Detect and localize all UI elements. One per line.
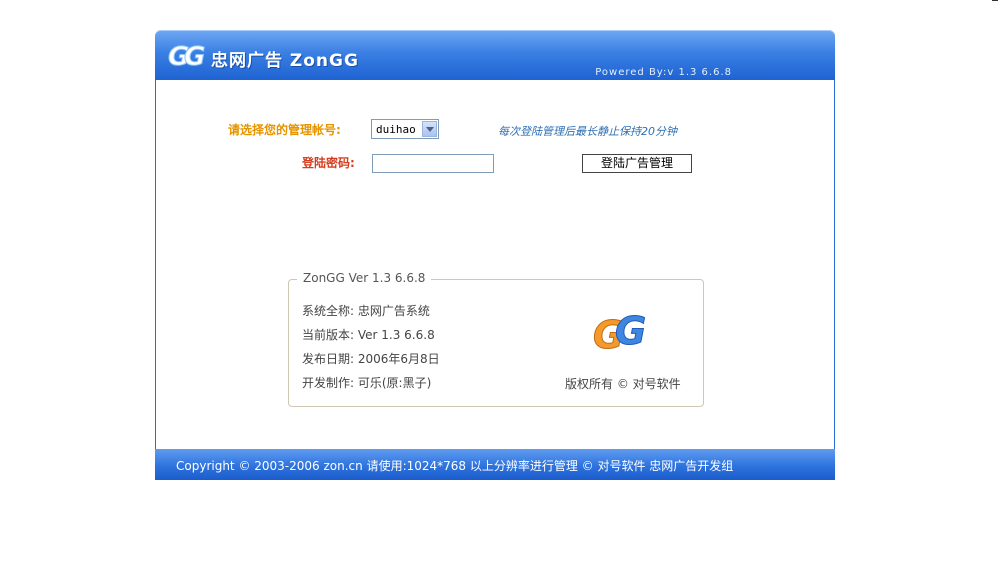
version-legend: ZonGG Ver 1.3 6.6.8	[297, 271, 432, 285]
password-label: 登陆密码:	[302, 156, 355, 170]
password-input[interactable]	[372, 154, 494, 173]
svg-text:G: G	[615, 309, 646, 353]
login-panel: G G 忠网广告 ZonGG Powered By:v 1.3 6.6.8 请选…	[155, 30, 835, 480]
session-hint: 每次登陆管理后最长静止保持20分钟	[498, 125, 677, 138]
login-button[interactable]: 登陆广告管理	[582, 154, 692, 173]
account-select-value: duihao	[376, 123, 416, 136]
gg-logo-icon: G G	[168, 42, 206, 73]
footer-copyright: Copyright © 2003-2006 zon.cn 请使用:1024*76…	[176, 459, 734, 473]
version-info-box: ZonGG Ver 1.3 6.6.8 系统全称: 忠网广告系统 当前版本: V…	[288, 271, 704, 407]
info-line-version: 当前版本: Ver 1.3 6.6.8	[302, 328, 435, 342]
corner-mark	[992, 0, 998, 1]
login-form-area: 请选择您的管理帐号: duihao 每次登陆管理后最长静止保持20分钟 登陆密码…	[155, 80, 835, 449]
account-select[interactable]: duihao	[371, 119, 439, 139]
info-line-developer: 开发制作: 可乐(原:黑子)	[302, 376, 432, 390]
powered-by-text: Powered By:v 1.3 6.6.8	[595, 67, 732, 78]
app-title: 忠网广告 ZonGG	[211, 51, 359, 71]
header-bar: G G 忠网广告 ZonGG Powered By:v 1.3 6.6.8	[155, 30, 835, 80]
gg-logo-icon: G G	[593, 309, 647, 358]
copyright-owner: 版权所有 © 对号软件	[565, 377, 681, 391]
info-line-release-date: 发布日期: 2006年6月8日	[302, 352, 440, 366]
select-arrow-icon[interactable]	[422, 121, 437, 137]
account-label: 请选择您的管理帐号:	[228, 123, 341, 137]
svg-text:G: G	[184, 42, 205, 72]
footer-bar: Copyright © 2003-2006 zon.cn 请使用:1024*76…	[155, 449, 835, 480]
info-line-system-name: 系统全称: 忠网广告系统	[302, 304, 430, 318]
